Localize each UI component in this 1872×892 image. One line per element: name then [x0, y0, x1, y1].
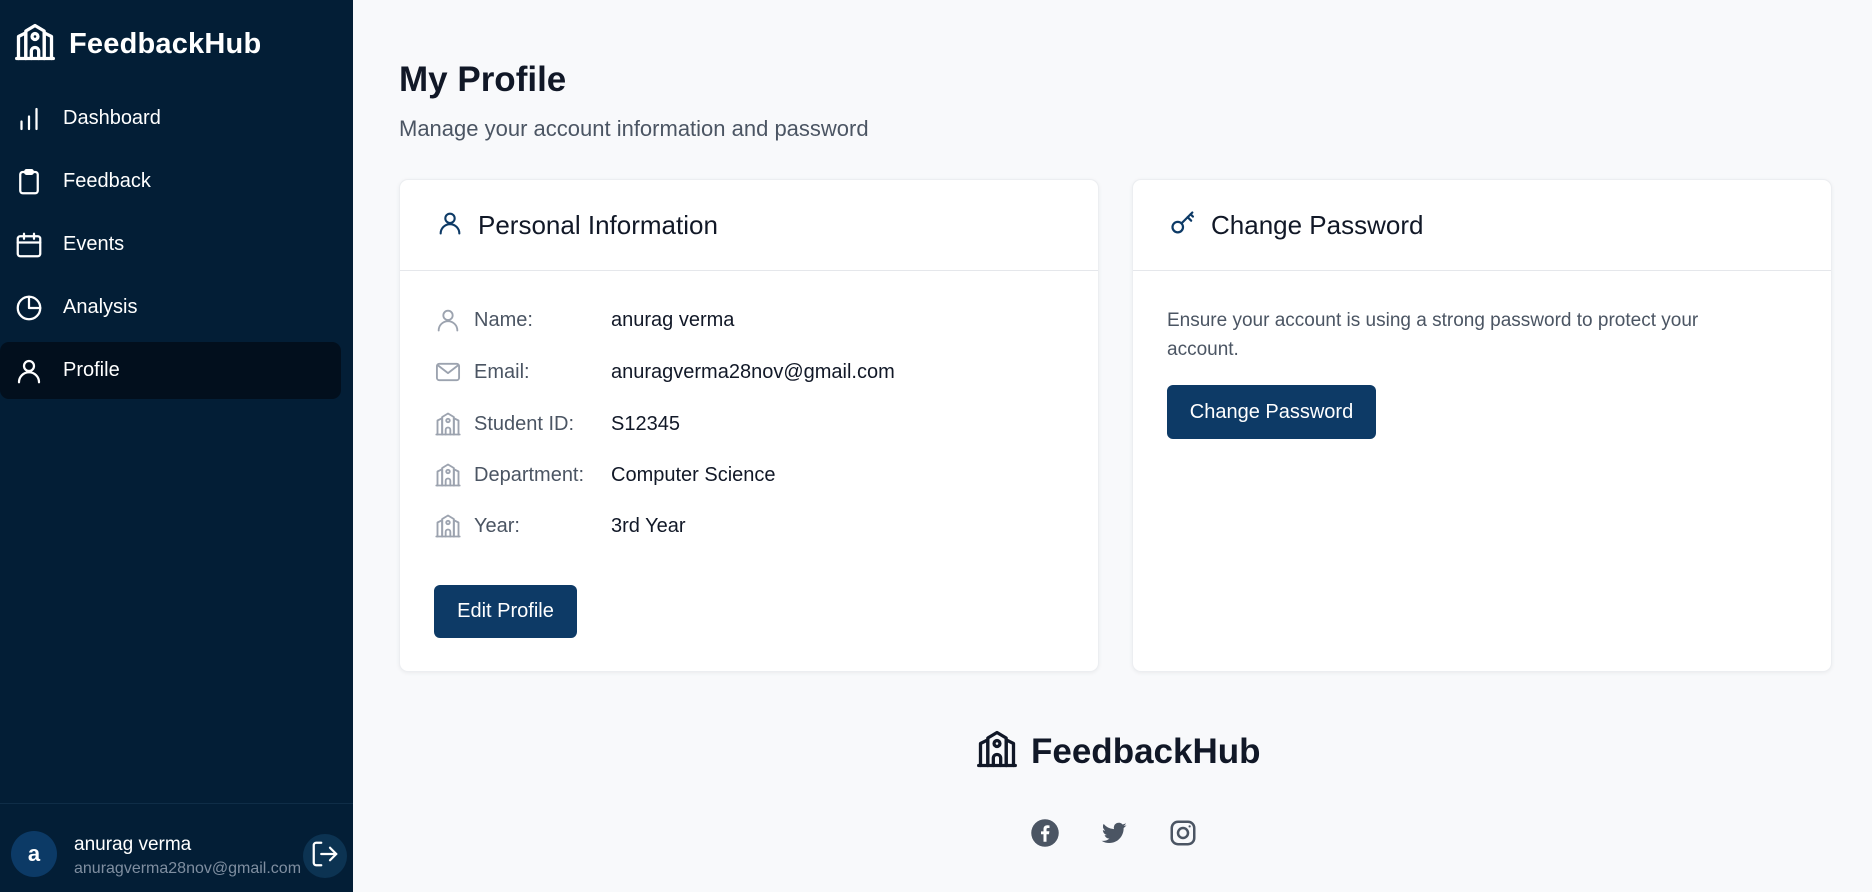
info-row-year: Year: 3rd Year [434, 511, 686, 541]
sidebar: FeedbackHub Dashboard Feedback Events An… [0, 0, 353, 892]
card-header: Change Password [1133, 180, 1831, 271]
clipboard-icon [14, 167, 44, 197]
user-icon [434, 306, 462, 334]
info-value: anuragverma28nov@gmail.com [611, 360, 895, 383]
sidebar-item-dashboard[interactable]: Dashboard [0, 90, 341, 147]
twitter-icon[interactable] [1099, 818, 1129, 848]
info-label: Year: [474, 514, 520, 537]
page-subtitle: Manage your account information and pass… [399, 116, 869, 141]
pie-chart-icon [14, 293, 44, 323]
password-description: Ensure your account is using a strong pa… [1167, 310, 1699, 360]
calendar-icon [14, 230, 44, 260]
sidebar-item-label: Events [63, 233, 125, 255]
logout-icon [310, 839, 340, 874]
footer-brand-name: FeedbackHub [1031, 731, 1261, 771]
change-password-card: Change Password Ensure your account is u… [1132, 179, 1832, 672]
footer-brand[interactable]: FeedbackHub [975, 727, 1261, 776]
user-name: anurag verma [74, 834, 192, 855]
card-title: Personal Information [478, 209, 718, 240]
info-label: Email: [474, 360, 530, 383]
user-icon [436, 209, 464, 242]
school-logo-icon [13, 20, 57, 69]
app-root: FeedbackHub Dashboard Feedback Events An… [0, 0, 1872, 892]
sidebar-item-events[interactable]: Events [0, 216, 341, 273]
facebook-icon[interactable] [1030, 818, 1060, 848]
info-label: Department: [474, 463, 585, 486]
info-value: Computer Science [611, 463, 776, 486]
sidebar-item-label: Dashboard [63, 107, 161, 129]
bar-chart-icon [14, 104, 44, 134]
info-label: Student ID: [474, 412, 575, 435]
mail-icon [434, 358, 462, 386]
sidebar-brand[interactable]: FeedbackHub [13, 20, 261, 69]
school-icon [434, 512, 462, 540]
instagram-icon[interactable] [1168, 818, 1198, 848]
personal-info-card: Personal Information Name: anurag verma … [399, 179, 1099, 672]
card-header: Personal Information [400, 180, 1098, 271]
info-label: Name: [474, 308, 533, 331]
info-row-department: Department: Computer Science [434, 460, 776, 490]
change-password-button[interactable]: Change Password [1167, 385, 1376, 439]
key-icon [1169, 209, 1197, 242]
user-panel: a anurag verma anuragverma28nov@gmail.co… [0, 803, 353, 892]
logout-button[interactable] [303, 834, 347, 878]
user-email: anuragverma28nov@gmail.com [74, 860, 302, 877]
school-logo-icon [975, 727, 1019, 776]
info-value: 3rd Year [611, 514, 686, 537]
school-icon [434, 461, 462, 489]
sidebar-item-label: Analysis [63, 296, 138, 318]
info-value: S12345 [611, 412, 680, 435]
user-icon [14, 356, 44, 386]
social-links [1030, 818, 1198, 848]
info-row-student-id: Student ID: S12345 [434, 409, 680, 439]
info-row-name: Name: anurag verma [434, 305, 734, 335]
sidebar-item-profile[interactable]: Profile [0, 342, 341, 399]
page-title: My Profile [399, 60, 567, 99]
school-icon [434, 410, 462, 438]
info-row-email: Email: anuragverma28nov@gmail.com [434, 357, 895, 387]
edit-profile-button[interactable]: Edit Profile [434, 585, 577, 638]
card-title: Change Password [1211, 209, 1424, 240]
main-content: My Profile Manage your account informati… [353, 0, 1872, 892]
info-value: anurag verma [611, 308, 735, 331]
sidebar-item-analysis[interactable]: Analysis [0, 279, 341, 336]
sidebar-item-label: Profile [63, 359, 120, 381]
avatar[interactable]: a [11, 831, 57, 877]
brand-name: FeedbackHub [69, 28, 262, 60]
sidebar-item-feedback[interactable]: Feedback [0, 153, 341, 210]
sidebar-item-label: Feedback [63, 170, 151, 192]
